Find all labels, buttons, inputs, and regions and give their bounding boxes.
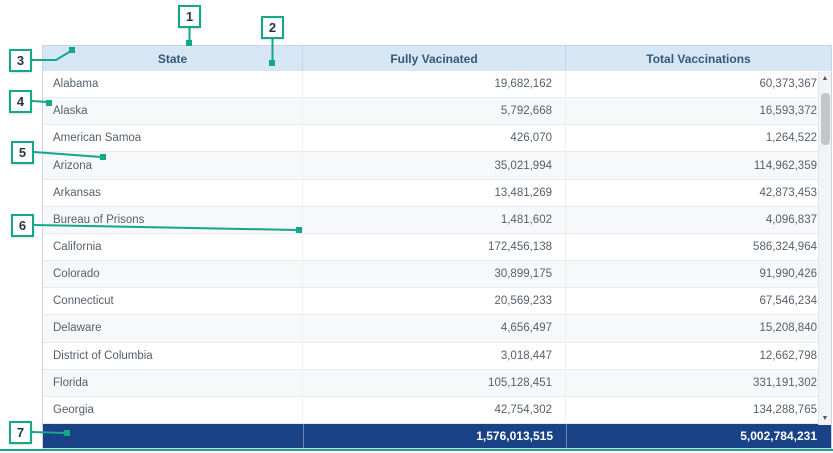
total-vaccinations-cell: 134,288,765 <box>566 397 831 423</box>
state-cell: Arkansas <box>43 180 303 206</box>
total-vaccinations-cell: 114,962,359 <box>566 152 831 178</box>
table-row[interactable]: Arizona35,021,994114,962,359 <box>43 152 831 179</box>
total-vaccinations-cell: 12,662,798 <box>566 343 831 369</box>
table-body: Alabama19,682,16260,373,367Alaska5,792,6… <box>43 71 831 424</box>
state-cell: Bureau of Prisons <box>43 207 303 233</box>
vaccination-list-table: State Fully Vacinated Total Vaccinations… <box>42 45 832 449</box>
fully-vaccinated-cell: 426,070 <box>303 125 566 151</box>
bottom-accent-line <box>0 449 833 451</box>
page: State Fully Vacinated Total Vaccinations… <box>0 0 833 453</box>
total-vaccinations-cell: 4,096,837 <box>566 207 831 233</box>
table-row[interactable]: American Samoa426,0701,264,522 <box>43 125 831 152</box>
total-vaccinations-cell: 1,264,522 <box>566 125 831 151</box>
fully-vaccinated-cell: 5,792,668 <box>303 98 566 124</box>
scrollbar-down-arrow-icon[interactable]: ▼ <box>819 412 832 425</box>
table-row[interactable]: Delaware4,656,49715,208,840 <box>43 315 831 342</box>
fully-vaccinated-cell: 30,899,175 <box>303 261 566 287</box>
table-row[interactable]: Connecticut20,569,23367,546,234 <box>43 288 831 315</box>
table-row[interactable]: Arkansas13,481,26942,873,453 <box>43 180 831 207</box>
table-row[interactable]: Alabama19,682,16260,373,367 <box>43 71 831 98</box>
table-row[interactable]: Georgia42,754,302134,288,765 <box>43 397 831 424</box>
total-vaccinations-cell: 586,324,964 <box>566 234 831 260</box>
scrollbar-thumb[interactable] <box>821 93 830 145</box>
fully-vaccinated-cell: 13,481,269 <box>303 180 566 206</box>
table-row[interactable]: District of Columbia3,018,44712,662,798 <box>43 343 831 370</box>
state-cell: Alaska <box>43 98 303 124</box>
column-header-state[interactable]: State <box>43 46 303 71</box>
total-vaccinations-cell: 91,990,426 <box>566 261 831 287</box>
table-row[interactable]: Alaska5,792,66816,593,372 <box>43 98 831 125</box>
callout-7: 7 <box>9 421 32 444</box>
fully-vaccinated-cell: 3,018,447 <box>303 343 566 369</box>
state-cell: Colorado <box>43 261 303 287</box>
total-row: 1,576,013,515 5,002,784,231 <box>43 424 831 448</box>
table-row[interactable]: Bureau of Prisons1,481,6024,096,837 <box>43 207 831 234</box>
total-fully-vaccinated: 1,576,013,515 <box>303 424 566 448</box>
callout-4: 4 <box>9 90 32 113</box>
table-row[interactable]: California172,456,138586,324,964 <box>43 234 831 261</box>
total-vaccinations-cell: 331,191,302 <box>566 370 831 396</box>
scrollbar-up-arrow-icon[interactable]: ▲ <box>819 72 832 85</box>
total-row-state-cell <box>43 424 303 448</box>
fully-vaccinated-cell: 19,682,162 <box>303 71 566 97</box>
state-cell: Alabama <box>43 71 303 97</box>
fully-vaccinated-cell: 4,656,497 <box>303 315 566 341</box>
fully-vaccinated-cell: 105,128,451 <box>303 370 566 396</box>
state-cell: Georgia <box>43 397 303 423</box>
callout-2: 2 <box>261 16 284 39</box>
total-vaccinations-cell: 15,208,840 <box>566 315 831 341</box>
table-row[interactable]: Florida105,128,451331,191,302 <box>43 370 831 397</box>
total-vaccinations-cell: 16,593,372 <box>566 98 831 124</box>
fully-vaccinated-cell: 1,481,602 <box>303 207 566 233</box>
fully-vaccinated-cell: 35,021,994 <box>303 152 566 178</box>
table-header-row: State Fully Vacinated Total Vaccinations <box>43 46 831 71</box>
callout-1: 1 <box>178 5 201 28</box>
callout-6: 6 <box>11 214 34 237</box>
fully-vaccinated-cell: 172,456,138 <box>303 234 566 260</box>
state-cell: California <box>43 234 303 260</box>
fully-vaccinated-cell: 42,754,302 <box>303 397 566 423</box>
fully-vaccinated-cell: 20,569,233 <box>303 288 566 314</box>
state-cell: Delaware <box>43 315 303 341</box>
callout-3: 3 <box>9 49 32 72</box>
total-total-vaccinations: 5,002,784,231 <box>566 424 831 448</box>
column-header-fully-vaccinated[interactable]: Fully Vacinated <box>303 46 566 71</box>
vertical-scrollbar[interactable]: ▲ ▼ <box>818 72 831 425</box>
total-vaccinations-cell: 67,546,234 <box>566 288 831 314</box>
state-cell: American Samoa <box>43 125 303 151</box>
table-row[interactable]: Colorado30,899,17591,990,426 <box>43 261 831 288</box>
column-header-total-vaccinations[interactable]: Total Vaccinations <box>566 46 831 71</box>
state-cell: Florida <box>43 370 303 396</box>
state-cell: District of Columbia <box>43 343 303 369</box>
callout-5: 5 <box>11 141 34 164</box>
state-cell: Arizona <box>43 152 303 178</box>
total-vaccinations-cell: 60,373,367 <box>566 71 831 97</box>
total-vaccinations-cell: 42,873,453 <box>566 180 831 206</box>
state-cell: Connecticut <box>43 288 303 314</box>
